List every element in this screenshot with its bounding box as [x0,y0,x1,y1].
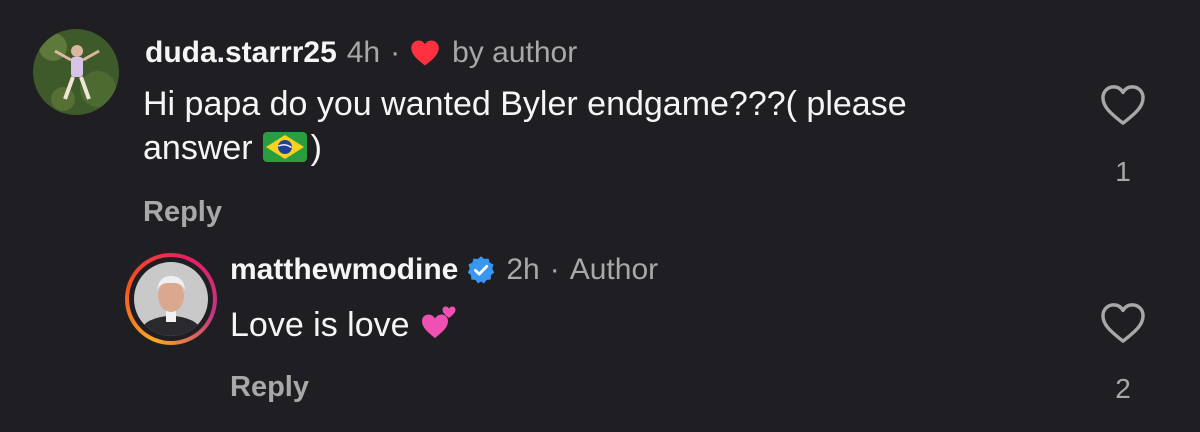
comment-text-fragment: Love is love [230,306,410,344]
like-button[interactable] [1093,84,1153,131]
avatar[interactable] [33,29,119,115]
story-ring[interactable] [125,253,217,345]
comment-text-fragment: answer [143,129,253,167]
comment-text-line: Hi papa do you wanted Byler endgame???( … [143,85,907,123]
separator-dot: · [549,253,560,286]
comment-text-line: answer ) [143,126,1063,170]
avatar [134,262,208,336]
comment-username[interactable]: matthewmodine [230,253,458,287]
avatar-photo-portrait [134,262,208,336]
comment-username[interactable]: duda.starrr25 [145,36,337,70]
like-count: 2 [1115,373,1131,404]
like-button[interactable] [1093,302,1153,349]
avatar-photo-grass [33,29,119,115]
brazil-flag-emoji [262,132,307,162]
heart-outline-icon [1101,85,1145,125]
comment-header: matthewmodine 2h · Author [230,253,658,287]
reply-button[interactable]: Reply [230,371,309,404]
heart-outline-icon [1101,303,1145,343]
reply-button[interactable]: Reply [143,196,222,229]
like-count: 1 [1115,156,1131,187]
heart-filled-icon [410,39,440,67]
verified-badge-icon [468,256,495,284]
comment-text: Hi papa do you wanted Byler endgame???( … [143,82,1063,170]
comment-time: 2h [506,253,540,286]
liked-by-author-label: by author [452,36,578,69]
separator-dot: · [390,36,401,69]
two-hearts-emoji [421,306,456,338]
author-label: Author [569,253,659,286]
comment-header: duda.starrr25 4h · by author [145,36,577,70]
comment-text: Love is love [230,302,460,347]
comment-text-fragment: ) [310,129,322,167]
comment-time: 4h [346,36,381,69]
